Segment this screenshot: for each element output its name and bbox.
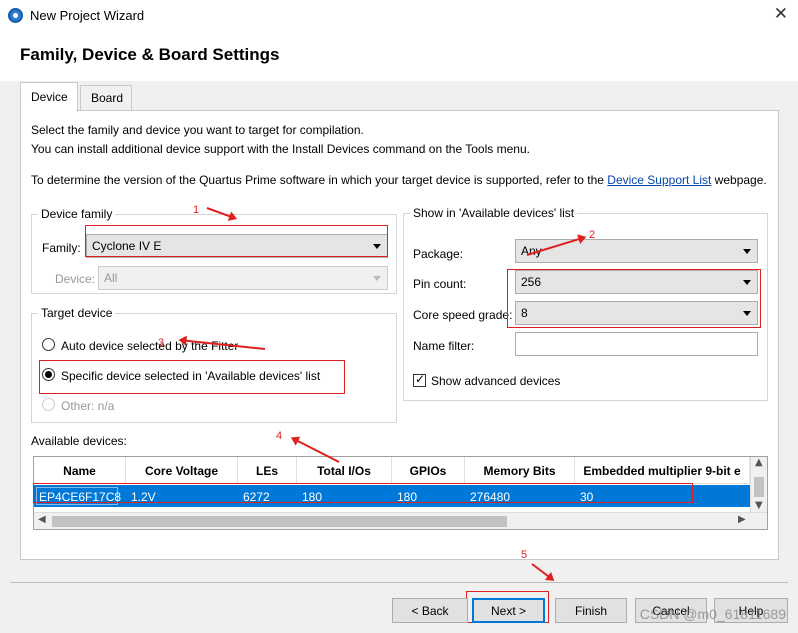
page-title: Family, Device & Board Settings — [20, 45, 280, 64]
column-header-les[interactable]: LEs — [238, 457, 297, 484]
target-device-group-label: Target device — [38, 306, 116, 320]
column-header-core-voltage[interactable]: Core Voltage — [126, 457, 238, 484]
annotation-number-1: 1 — [193, 204, 200, 216]
finish-button[interactable]: Finish — [555, 598, 627, 623]
available-devices-label: Available devices: — [31, 434, 127, 448]
annotation-box-family — [85, 225, 388, 257]
tab-board[interactable]: Board — [80, 85, 132, 110]
horizontal-scroll-thumb[interactable] — [52, 516, 507, 527]
device-select: All — [98, 266, 388, 290]
name-filter-input[interactable] — [515, 332, 758, 356]
name-filter-label: Name filter: — [413, 339, 475, 353]
wizard-header: Family, Device & Board Settings — [0, 31, 798, 81]
speed-grade-label: Core speed grade: — [413, 308, 513, 322]
csdn-watermark: CSDN @m0_61811689 — [639, 606, 786, 622]
annotation-box-specific-device — [39, 360, 345, 394]
description-line-3: To determine the version of the Quartus … — [31, 173, 767, 187]
package-label: Package: — [413, 247, 464, 261]
description-line-1: Select the family and device you want to… — [31, 123, 364, 137]
scroll-left-icon[interactable]: ◀ — [38, 514, 46, 525]
new-project-wizard-window: New Project Wizard ✕ Family, Device & Bo… — [0, 0, 798, 633]
footer-separator — [10, 582, 788, 583]
column-header-memory-bits[interactable]: Memory Bits — [465, 457, 575, 484]
tab-device[interactable]: Device — [20, 82, 78, 112]
annotation-arrow-5 — [531, 563, 554, 581]
window-title: New Project Wizard — [30, 8, 145, 23]
chevron-down-icon — [743, 249, 751, 254]
device-support-list-link[interactable]: Device Support List — [607, 173, 711, 187]
next-button[interactable]: Next > — [472, 598, 545, 623]
show-advanced-checkbox[interactable] — [413, 372, 426, 387]
close-icon[interactable]: ✕ — [774, 4, 788, 24]
annotation-box-pin-speed — [507, 269, 761, 328]
show-advanced-label: Show advanced devices — [431, 374, 561, 388]
filter-group-label: Show in 'Available devices' list — [410, 206, 578, 220]
description-line-3-prefix: To determine the version of the Quartus … — [31, 173, 608, 187]
table-vertical-scrollbar[interactable]: ▲ ▼ — [750, 457, 767, 513]
other-device-label: Other: n/a — [61, 399, 115, 413]
description-line-3-suffix: webpage. — [711, 173, 767, 187]
scroll-down-icon[interactable]: ▼ — [755, 500, 763, 511]
annotation-box-device-row — [33, 483, 693, 503]
device-family-group-label: Device family — [38, 207, 116, 221]
chevron-down-icon — [373, 276, 381, 281]
table-horizontal-scrollbar[interactable]: ◀ ▶ — [34, 512, 767, 529]
column-header-name[interactable]: Name — [34, 457, 126, 484]
description-line-2: You can install additional device suppor… — [31, 142, 530, 156]
device-select-value: All — [104, 271, 118, 285]
annotation-number-2: 2 — [589, 229, 596, 241]
scroll-right-icon[interactable]: ▶ — [738, 514, 746, 525]
device-label: Device: — [55, 272, 96, 286]
back-button[interactable]: < Back — [392, 598, 468, 623]
pin-count-label: Pin count: — [413, 277, 467, 291]
vertical-scroll-thumb[interactable] — [754, 477, 764, 497]
column-header-gpios[interactable]: GPIOs — [392, 457, 465, 484]
annotation-number-5: 5 — [521, 549, 528, 561]
scroll-up-icon[interactable]: ▲ — [755, 457, 763, 468]
annotation-number-3: 3 — [158, 337, 165, 349]
quartus-app-icon — [8, 8, 23, 23]
annotation-number-4: 4 — [276, 430, 283, 442]
other-device-radio — [42, 398, 55, 411]
package-select[interactable]: Any — [515, 239, 758, 263]
column-header-embedded-multiplier[interactable]: Embedded multiplier 9-bit e — [575, 457, 750, 484]
column-header-total-ios[interactable]: Total I/Os — [297, 457, 392, 484]
family-label: Family: — [42, 241, 81, 255]
auto-device-label: Auto device selected by the Fitter — [61, 339, 239, 353]
title-bar: New Project Wizard ✕ — [0, 0, 798, 31]
auto-device-radio[interactable] — [42, 338, 55, 351]
